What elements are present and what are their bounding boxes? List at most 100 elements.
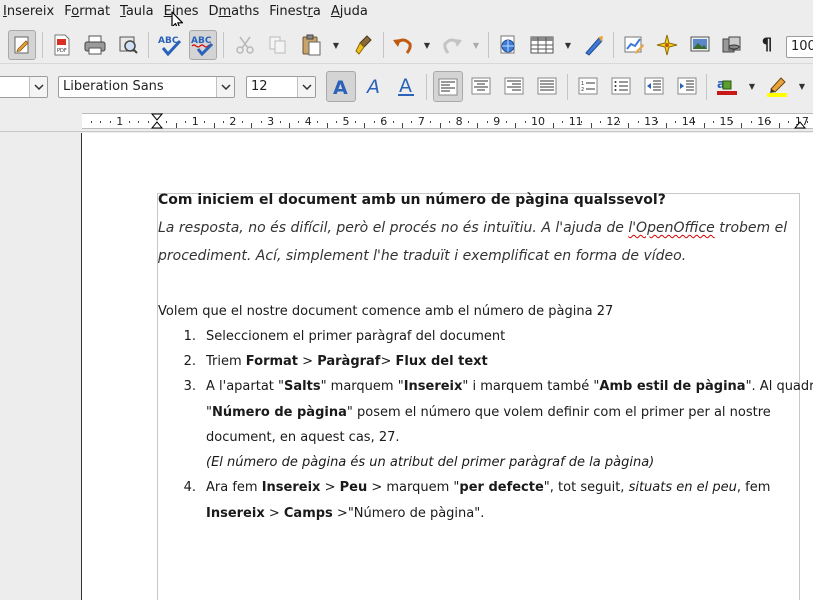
- ruler-tick: [100, 121, 102, 123]
- paste-button[interactable]: [297, 30, 325, 60]
- table-dropdown[interactable]: ▼: [563, 30, 573, 60]
- align-right-button[interactable]: [500, 71, 528, 101]
- svg-text:A: A: [365, 76, 380, 97]
- hyperlink-icon: [500, 35, 515, 54]
- paste-dropdown[interactable]: ▼: [331, 30, 341, 60]
- highlighting-button[interactable]: [763, 71, 791, 101]
- ruler-tick: [185, 121, 187, 123]
- paste-icon: [302, 34, 321, 56]
- ruler-tick: [656, 121, 658, 123]
- ruler-tick: [505, 121, 507, 123]
- edit-mode-button[interactable]: [8, 30, 36, 60]
- font-size-combo[interactable]: 12: [246, 76, 316, 98]
- menu-taula[interactable]: Taula: [115, 0, 159, 24]
- redo-button[interactable]: [438, 30, 466, 60]
- bullets-icon: [611, 77, 631, 95]
- formatting-marks-button[interactable]: ¶: [753, 30, 781, 60]
- ruler-tick: [618, 121, 620, 123]
- indent-marker-icon[interactable]: [151, 113, 163, 129]
- menu-format[interactable]: Format: [59, 0, 115, 24]
- menu-insereix[interactable]: Insereix: [0, 0, 59, 24]
- bullets-button[interactable]: [607, 71, 635, 101]
- horizontal-ruler[interactable]: 1 1 2 3 4 5 6 7 8 9 10 11 12 13 14 15 16 17: [0, 110, 813, 132]
- page-preview-button[interactable]: [114, 30, 142, 60]
- menu-dmaths[interactable]: Dmaths: [203, 0, 264, 24]
- misspelled-word[interactable]: l'OpenOffice: [628, 220, 714, 236]
- ruler-number: 9: [493, 115, 501, 128]
- justify-button[interactable]: [533, 71, 561, 101]
- gallery-button[interactable]: [686, 30, 714, 60]
- navigator-button[interactable]: [653, 30, 681, 60]
- ruler-number: 1: [191, 115, 199, 128]
- autospellcheck-button[interactable]: ABC: [189, 30, 217, 60]
- hyperlink-button[interactable]: [494, 30, 522, 60]
- intro-paragraph-line2: procediment. Ací, simplement l'he traduï…: [158, 248, 687, 264]
- left-margin-pane: [0, 133, 82, 600]
- underline-button[interactable]: A: [392, 71, 420, 101]
- ruler-number: 1: [116, 115, 124, 128]
- italic-icon: A: [365, 76, 380, 97]
- font-color-dropdown[interactable]: ▼: [747, 71, 757, 101]
- standard-toolbar: PDF ABC ABC ▼ ▼ ▼ ▼ ¶ 10: [0, 26, 813, 64]
- font-name-combo[interactable]: Liberation Sans: [58, 76, 235, 98]
- italic-button[interactable]: A: [360, 71, 388, 101]
- ruler-tick: [392, 121, 394, 123]
- copy-button[interactable]: [264, 30, 292, 60]
- increase-indent-icon: [677, 77, 697, 95]
- list-number: 4.: [183, 480, 196, 495]
- svg-text:PDF: PDF: [57, 48, 67, 54]
- list-item-2: Triem Format > Paràgraf> Flux del text: [206, 354, 488, 369]
- list-number: 2.: [183, 354, 196, 369]
- clone-formatting-button[interactable]: [350, 30, 378, 60]
- table-button[interactable]: [528, 30, 556, 60]
- edit-mode-icon: [14, 36, 29, 54]
- highlighting-icon: [767, 77, 787, 97]
- redo-dropdown[interactable]: ▼: [471, 30, 481, 60]
- ruler-tick: [515, 123, 517, 128]
- decrease-indent-button[interactable]: [640, 71, 668, 101]
- zoom-field[interactable]: 100: [786, 36, 813, 58]
- undo-dropdown[interactable]: ▼: [422, 30, 432, 60]
- print-button[interactable]: [81, 30, 109, 60]
- ruler-number: 8: [455, 115, 463, 128]
- ruler-tick: [354, 121, 356, 123]
- print-icon: [84, 35, 106, 55]
- list-item-4-line2: Insereix > Camps >"Número de pàgina".: [206, 506, 485, 521]
- ruler-tick: [138, 121, 140, 123]
- draw-functions-button[interactable]: [580, 30, 608, 60]
- ruler-tick: [703, 123, 705, 128]
- bold-button[interactable]: A: [326, 71, 356, 102]
- spellcheck-button[interactable]: ABC: [156, 30, 184, 60]
- ruler-tick: [779, 123, 781, 128]
- ruler-tick: [637, 121, 639, 123]
- ruler-tick: [128, 121, 130, 123]
- menu-ajuda[interactable]: Ajuda: [326, 0, 373, 24]
- align-left-button[interactable]: [433, 71, 463, 102]
- ruler-tick: [807, 121, 809, 123]
- autospellcheck-icon: ABC: [191, 36, 214, 57]
- cut-button[interactable]: [231, 30, 259, 60]
- ruler-tick: [175, 123, 177, 128]
- copy-icon: [269, 36, 286, 54]
- numbering-button[interactable]: 12: [574, 71, 602, 101]
- list-number: 1.: [183, 329, 196, 344]
- ruler-tick: [552, 123, 554, 128]
- list-item-3-line3: document, en aquest cas, 27.: [206, 430, 400, 445]
- chart-button[interactable]: [620, 30, 648, 60]
- paragraph-style-combo[interactable]: [0, 76, 48, 98]
- ruler-tick: [317, 121, 319, 123]
- data-sources-button[interactable]: [718, 30, 746, 60]
- menu-finestra[interactable]: Finestra: [264, 0, 326, 24]
- font-color-button[interactable]: a: [713, 71, 741, 101]
- right-indent-marker-icon[interactable]: [794, 113, 806, 129]
- underline-icon: A: [398, 75, 414, 97]
- undo-button[interactable]: [389, 30, 417, 60]
- chevron-down-icon: [29, 77, 47, 97]
- export-pdf-button[interactable]: PDF: [48, 30, 76, 60]
- ruler-number: 7: [417, 115, 425, 128]
- highlighting-dropdown[interactable]: ▼: [797, 71, 807, 101]
- align-center-button[interactable]: [467, 71, 495, 101]
- ruler-tick: [91, 121, 93, 123]
- increase-indent-button[interactable]: [673, 71, 701, 101]
- intro-paragraph-line1: La resposta, no és difícil, però el proc…: [158, 220, 788, 236]
